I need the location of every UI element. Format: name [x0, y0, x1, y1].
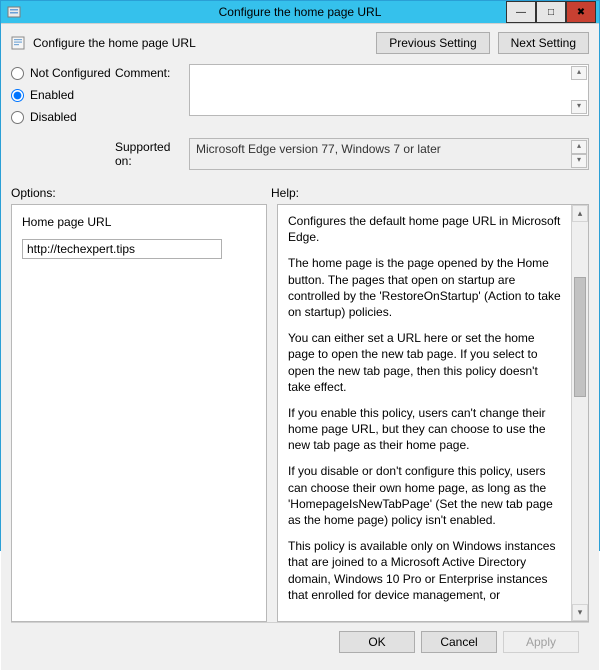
state-radios: Not Configured Enabled Disabled	[11, 64, 115, 132]
supported-row: Supported on: Microsoft Edge version 77,…	[11, 138, 589, 170]
comment-label: Comment:	[115, 64, 189, 80]
radio-enabled-input[interactable]	[11, 89, 24, 102]
content-area: Configure the home page URL Previous Set…	[1, 23, 599, 670]
help-panel-wrap: Configures the default home page URL in …	[277, 204, 589, 622]
apply-button[interactable]: Apply	[503, 631, 579, 653]
supported-on-box: Microsoft Edge version 77, Windows 7 or …	[189, 138, 589, 170]
maximize-button[interactable]: □	[536, 1, 566, 23]
state-and-comment-row: Not Configured Enabled Disabled Comment:…	[11, 64, 589, 132]
supported-scroll-down[interactable]: ▾	[571, 154, 587, 168]
scroll-thumb[interactable]	[574, 277, 586, 397]
next-setting-button[interactable]: Next Setting	[498, 32, 589, 54]
help-header: Help:	[271, 186, 299, 200]
scroll-down-button[interactable]: ▾	[572, 604, 588, 621]
close-button[interactable]: ✖	[566, 1, 596, 23]
panel-headers: Options: Help:	[11, 186, 589, 200]
titlebar: Configure the home page URL ― □ ✖	[1, 1, 599, 23]
radio-not-configured-label: Not Configured	[30, 66, 111, 80]
dialog-footer: OK Cancel Apply	[11, 622, 589, 662]
panels: Home page URL Configures the default hom…	[11, 204, 589, 622]
radio-disabled[interactable]: Disabled	[11, 110, 115, 124]
cancel-button[interactable]: Cancel	[421, 631, 497, 653]
comment-textarea[interactable]: ▴ ▾	[189, 64, 589, 116]
options-header: Options:	[11, 186, 271, 200]
help-p6: This policy is available only on Windows…	[288, 538, 561, 603]
comment-scroll-up[interactable]: ▴	[571, 66, 587, 80]
supported-label: Supported on:	[115, 138, 189, 168]
radio-not-configured-input[interactable]	[11, 67, 24, 80]
homepage-url-input[interactable]	[22, 239, 222, 259]
help-p4: If you enable this policy, users can't c…	[288, 405, 561, 454]
dialog-window: Configure the home page URL ― □ ✖ Config…	[0, 0, 600, 551]
radio-enabled-label: Enabled	[30, 88, 74, 102]
policy-document-icon	[11, 35, 27, 51]
policy-title: Configure the home page URL	[33, 36, 368, 50]
ok-button[interactable]: OK	[339, 631, 415, 653]
minimize-button[interactable]: ―	[506, 1, 536, 23]
options-panel: Home page URL	[11, 204, 267, 622]
scroll-track[interactable]	[572, 222, 588, 604]
help-panel: Configures the default home page URL in …	[278, 205, 571, 621]
help-p2: The home page is the page opened by the …	[288, 255, 561, 320]
policy-icon	[7, 4, 23, 20]
window-buttons: ― □ ✖	[506, 1, 599, 23]
radio-disabled-input[interactable]	[11, 111, 24, 124]
scroll-up-button[interactable]: ▴	[572, 205, 588, 222]
comment-scroll-down[interactable]: ▾	[571, 100, 587, 114]
help-p1: Configures the default home page URL in …	[288, 213, 561, 245]
help-p5: If you disable or don't configure this p…	[288, 463, 561, 528]
homepage-url-label: Home page URL	[22, 215, 256, 229]
help-p3: You can either set a URL here or set the…	[288, 330, 561, 395]
radio-not-configured[interactable]: Not Configured	[11, 66, 115, 80]
radio-enabled[interactable]: Enabled	[11, 88, 115, 102]
supported-scroll-up[interactable]: ▴	[571, 140, 587, 154]
radio-disabled-label: Disabled	[30, 110, 77, 124]
help-scrollbar[interactable]: ▴ ▾	[571, 205, 588, 621]
supported-on-text: Microsoft Edge version 77, Windows 7 or …	[196, 142, 441, 156]
previous-setting-button[interactable]: Previous Setting	[376, 32, 489, 54]
header-row: Configure the home page URL Previous Set…	[11, 32, 589, 54]
